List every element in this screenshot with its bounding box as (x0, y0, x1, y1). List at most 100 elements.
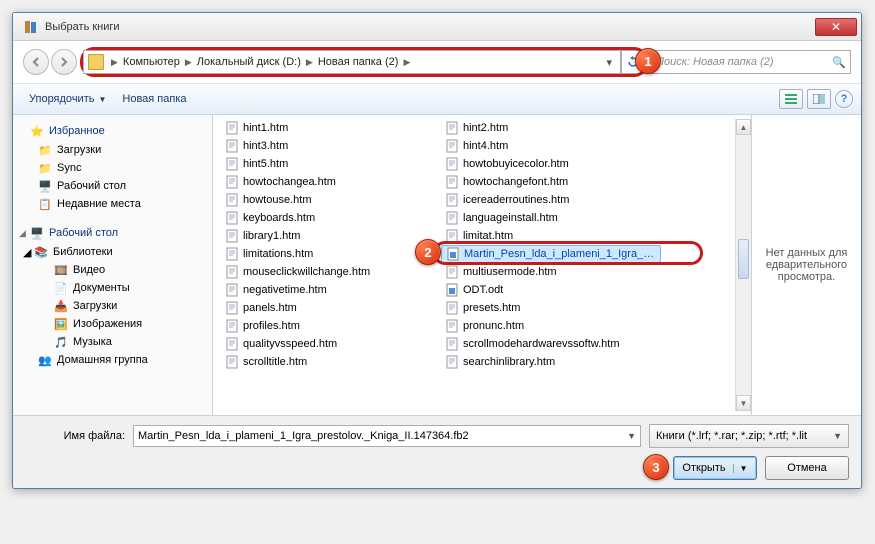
filename-input[interactable]: Martin_Pesn_lda_i_plameni_1_Igra_prestol… (133, 425, 641, 447)
titlebar: Выбрать книги ✕ (13, 13, 861, 41)
sidebar-item-documents[interactable]: 📄Документы (15, 279, 210, 297)
file-item[interactable]: icereaderroutines.htm (441, 191, 661, 209)
sidebar-item-libraries[interactable]: ◢📚Библиотеки (15, 243, 210, 261)
file-item[interactable]: presets.htm (441, 299, 661, 317)
sidebar-item-video[interactable]: 🎞️Видео (15, 261, 210, 279)
htm-file-icon (445, 355, 459, 369)
cancel-button[interactable]: Отмена (765, 456, 849, 480)
back-button[interactable] (23, 49, 49, 75)
fb2-file-icon (445, 283, 459, 297)
desktop-header[interactable]: ◢🖥️ Рабочий стол (15, 223, 210, 243)
file-item[interactable]: panels.htm (221, 299, 441, 317)
htm-file-icon (445, 121, 459, 135)
htm-file-icon (225, 121, 239, 135)
scroll-thumb[interactable] (738, 239, 749, 279)
file-item[interactable]: scrollmodehardwarevssoftw.htm (441, 335, 661, 353)
file-item[interactable]: Martin_Pesn_lda_i_plameni_1_Igra_p... (441, 245, 661, 263)
file-item[interactable]: hint4.htm (441, 137, 661, 155)
search-input[interactable]: Поиск: Новая папка (2) 🔍 (651, 50, 851, 74)
annotation-badge-3: 3 (643, 454, 669, 480)
breadcrumb-item[interactable]: Локальный диск (D:) (195, 56, 303, 68)
file-name: hint2.htm (463, 122, 508, 134)
file-pane: hint1.htmhint3.htmhint5.htmhowtochangea.… (213, 115, 751, 415)
address-bar-container: 1 ▶ Компьютер ▶ Локальный диск (D:) ▶ Но… (83, 50, 645, 74)
file-item[interactable]: hint5.htm (221, 155, 441, 173)
chevron-right-icon[interactable]: ▶ (182, 57, 195, 68)
htm-file-icon (225, 157, 239, 171)
file-item[interactable]: searchinlibrary.htm (441, 353, 661, 371)
file-item[interactable]: hint3.htm (221, 137, 441, 155)
file-item[interactable]: languageinstall.htm (441, 209, 661, 227)
file-name: mouseclickwillchange.htm (243, 266, 370, 278)
sidebar-item-recent[interactable]: 📋Недавние места (15, 195, 210, 213)
file-item[interactable]: limitations.htm (221, 245, 441, 263)
sidebar-item-sync[interactable]: 📁Sync (15, 159, 210, 177)
close-button[interactable]: ✕ (815, 18, 857, 36)
image-icon: 🖼️ (53, 317, 69, 331)
sidebar-item-music[interactable]: 🎵Музыка (15, 333, 210, 351)
preview-pane-button[interactable] (807, 89, 831, 109)
file-item[interactable]: qualityvsspeed.htm (221, 335, 441, 353)
file-name: pronunc.htm (463, 320, 524, 332)
file-item[interactable]: pronunc.htm (441, 317, 661, 335)
address-dropdown[interactable]: ▾ (602, 56, 616, 69)
chevron-down-icon[interactable]: ▼ (627, 431, 636, 441)
htm-file-icon (225, 283, 239, 297)
htm-file-icon (225, 247, 239, 261)
sidebar-item-downloads[interactable]: 📁Загрузки (15, 141, 210, 159)
chevron-right-icon[interactable]: ▶ (108, 57, 121, 68)
navigation-bar: 1 ▶ Компьютер ▶ Локальный диск (D:) ▶ Но… (13, 41, 861, 83)
organize-menu[interactable]: Упорядочить▼ (21, 93, 114, 105)
file-name: qualityvsspeed.htm (243, 338, 337, 350)
folder-icon (88, 54, 104, 70)
file-item[interactable]: hint1.htm (221, 119, 441, 137)
vertical-scrollbar[interactable]: ▲ ▼ (735, 119, 751, 411)
chevron-right-icon[interactable]: ▶ (303, 57, 316, 68)
scroll-up-button[interactable]: ▲ (736, 119, 751, 135)
sidebar-item-downloads[interactable]: 📥Загрузки (15, 297, 210, 315)
sidebar-item-images[interactable]: 🖼️Изображения (15, 315, 210, 333)
filename-label: Имя файла: (25, 430, 125, 442)
file-item[interactable]: multiusermode.htm (441, 263, 661, 281)
favorites-header[interactable]: ⭐ Избранное (15, 121, 210, 141)
htm-file-icon (445, 265, 459, 279)
file-item[interactable]: mouseclickwillchange.htm (221, 263, 441, 281)
file-item[interactable]: ODT.odt (441, 281, 661, 299)
breadcrumb-item[interactable]: Компьютер (121, 56, 182, 68)
folder-icon: 📁 (37, 161, 53, 175)
chevron-right-icon[interactable]: ▶ (400, 57, 413, 68)
forward-button[interactable] (51, 49, 77, 75)
file-item[interactable]: negativetime.htm (221, 281, 441, 299)
open-button[interactable]: Открыть ▼ (673, 456, 757, 480)
file-item[interactable]: howtochangefont.htm (441, 173, 661, 191)
file-item[interactable]: howtobuyicecolor.htm (441, 155, 661, 173)
scroll-down-button[interactable]: ▼ (736, 395, 751, 411)
file-list[interactable]: hint1.htmhint3.htmhint5.htmhowtochangea.… (213, 115, 751, 415)
view-mode-button[interactable] (779, 89, 803, 109)
file-item[interactable]: scrolltitle.htm (221, 353, 441, 371)
sidebar-item-desktop[interactable]: 🖥️Рабочий стол (15, 177, 210, 195)
htm-file-icon (445, 337, 459, 351)
file-item[interactable]: profiles.htm (221, 317, 441, 335)
download-icon: 📥 (53, 299, 69, 313)
file-item[interactable]: keyboards.htm (221, 209, 441, 227)
chevron-down-icon[interactable]: ▼ (833, 431, 842, 441)
annotation-badge-2: 2 (415, 239, 441, 265)
file-item[interactable]: hint2.htm (441, 119, 661, 137)
app-icon (23, 19, 39, 35)
file-item[interactable]: howtouse.htm (221, 191, 441, 209)
new-folder-button[interactable]: Новая папка (114, 93, 194, 105)
sidebar-item-homegroup[interactable]: 👥Домашняя группа (15, 351, 210, 369)
file-item[interactable]: howtochangea.htm (221, 173, 441, 191)
htm-file-icon (225, 319, 239, 333)
file-item[interactable]: limitat.htm (441, 227, 661, 245)
address-bar[interactable]: ▶ Компьютер ▶ Локальный диск (D:) ▶ Нова… (83, 50, 621, 74)
htm-file-icon (225, 301, 239, 315)
filter-combo[interactable]: Книги (*.lrf; *.rar; *.zip; *.rtf; *.lit… (649, 424, 849, 448)
window-title: Выбрать книги (45, 21, 815, 33)
breadcrumb-item[interactable]: Новая папка (2) (316, 56, 401, 68)
file-item[interactable]: library1.htm (221, 227, 441, 245)
toolbar: Упорядочить▼ Новая папка ? (13, 83, 861, 115)
help-button[interactable]: ? (835, 90, 853, 108)
file-name: limitations.htm (243, 248, 313, 260)
